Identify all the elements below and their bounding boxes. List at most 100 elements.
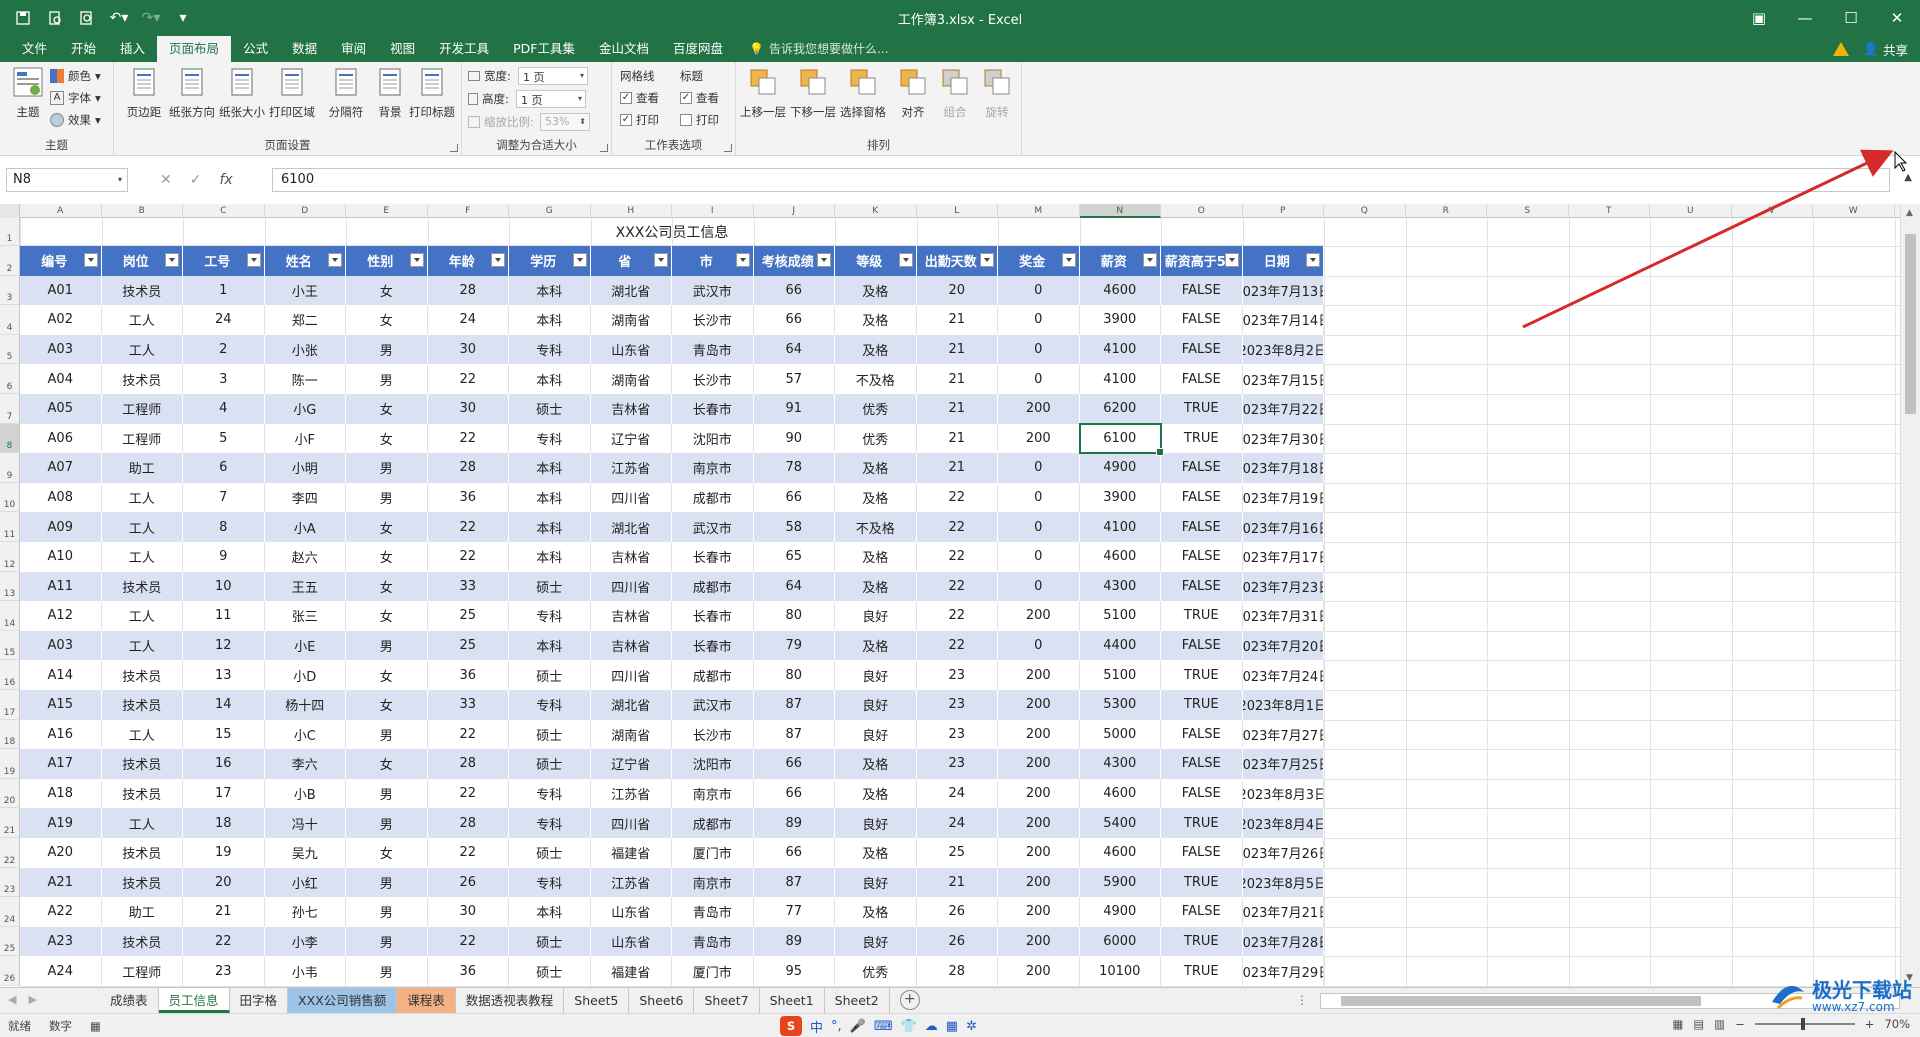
table-cell[interactable]: 吴九 — [264, 838, 346, 868]
table-cell[interactable]: A16 — [20, 719, 102, 750]
table-cell[interactable]: 22 — [916, 601, 998, 631]
prev-sheet-icon[interactable]: ◀ — [8, 993, 16, 1006]
filter-dropdown-icon[interactable] — [735, 253, 750, 267]
table-cell[interactable]: A03 — [20, 630, 102, 661]
table-cell[interactable]: 郑二 — [264, 305, 346, 335]
table-cell[interactable]: 0 — [998, 630, 1080, 661]
table-cell[interactable]: 14 — [183, 690, 265, 720]
table-cell[interactable]: 工人 — [101, 719, 183, 750]
table-cell[interactable]: 硕士 — [509, 838, 591, 868]
tab-3[interactable]: 插入 — [108, 36, 157, 62]
table-cell[interactable]: 及格 — [835, 897, 917, 927]
cells-area[interactable]: XXX公司员工信息 编号 岗位 工号 姓名 性别 年龄 学历省市考核成绩 等级 出勤天数 奖金 薪资… — [20, 218, 1900, 987]
table-cell[interactable]: 技术员 — [101, 660, 183, 690]
filter-dropdown-icon[interactable] — [1224, 253, 1239, 267]
table-cell[interactable]: 工人 — [101, 512, 183, 542]
column-header[interactable]: I — [672, 204, 754, 218]
table-cell[interactable]: 沈阳市 — [672, 749, 754, 779]
table-cell[interactable]: 21 — [916, 364, 998, 394]
table-cell[interactable]: 青岛市 — [672, 926, 754, 957]
table-cell[interactable]: 女 — [346, 690, 428, 720]
table-cell[interactable]: 89 — [753, 808, 835, 838]
table-cell[interactable]: 21 — [916, 334, 998, 365]
table-cell[interactable]: 女 — [346, 305, 428, 335]
table-cell[interactable]: 23 — [916, 749, 998, 779]
row-header[interactable]: 20 — [0, 778, 20, 809]
table-cell[interactable]: 0 — [998, 305, 1080, 335]
table-cell[interactable]: 及格 — [835, 275, 917, 306]
table-cell[interactable]: 22 — [427, 512, 509, 542]
table-cell[interactable]: 男 — [346, 719, 428, 750]
table-cell[interactable]: 200 — [998, 926, 1080, 957]
table-cell[interactable]: 女 — [346, 542, 428, 572]
table-cell[interactable]: 22 — [916, 482, 998, 513]
column-header[interactable]: Q — [1324, 204, 1406, 218]
table-cell[interactable]: 优秀 — [835, 956, 917, 986]
table-cell[interactable]: 20 — [183, 867, 265, 898]
table-cell[interactable]: 专科 — [509, 690, 591, 720]
column-header[interactable]: K — [835, 204, 917, 218]
table-cell[interactable]: FALSE — [1161, 571, 1243, 602]
table-cell[interactable]: 5000 — [1079, 719, 1161, 750]
table-cell[interactable]: 工人 — [101, 305, 183, 335]
table-cell[interactable]: A18 — [20, 778, 102, 809]
page-setup-launcher[interactable] — [450, 144, 458, 152]
table-cell[interactable]: 2023年7月15日 — [1242, 364, 1324, 394]
themes-button[interactable]: 主题 — [2, 66, 54, 120]
add-sheet-icon[interactable]: + — [899, 990, 920, 1010]
row-header[interactable]: 14 — [0, 601, 20, 631]
table-cell[interactable]: FALSE — [1161, 897, 1243, 927]
table-cell[interactable]: 200 — [998, 838, 1080, 868]
table-cell[interactable]: A14 — [20, 660, 102, 690]
table-cell[interactable]: 硕士 — [509, 749, 591, 779]
table-cell[interactable]: 男 — [346, 364, 428, 394]
table-cell[interactable]: 长沙市 — [672, 719, 754, 750]
table-cell[interactable]: 本科 — [509, 275, 591, 306]
table-cell[interactable]: 9 — [183, 542, 265, 572]
enter-icon[interactable]: ✓ — [190, 172, 202, 188]
table-cell[interactable]: FALSE — [1161, 334, 1243, 365]
table-cell[interactable]: 89 — [753, 926, 835, 957]
header-cell[interactable]: 年龄 — [427, 246, 509, 276]
table-cell[interactable]: 男 — [346, 453, 428, 483]
zoom-out-icon[interactable]: − — [1735, 1017, 1745, 1031]
table-cell[interactable]: 长春市 — [672, 394, 754, 424]
row-header[interactable]: 19 — [0, 749, 20, 779]
table-cell[interactable]: 技术员 — [101, 690, 183, 720]
table-cell[interactable]: 沈阳市 — [672, 423, 754, 454]
table-cell[interactable]: 及格 — [835, 778, 917, 809]
column-header[interactable]: H — [591, 204, 672, 218]
row-header[interactable]: 1 — [0, 218, 20, 246]
table-cell[interactable]: 李六 — [264, 749, 346, 779]
table-cell[interactable]: 22 — [427, 778, 509, 809]
header-cell[interactable]: 市 — [672, 246, 754, 276]
table-cell[interactable]: 技术员 — [101, 364, 183, 394]
table-cell[interactable]: 4100 — [1079, 364, 1161, 394]
table-cell[interactable]: TRUE — [1161, 660, 1243, 690]
table-cell[interactable]: 2023年7月24日 — [1242, 660, 1324, 690]
table-cell[interactable]: 武汉市 — [672, 512, 754, 542]
table-cell[interactable]: 22 — [427, 926, 509, 957]
sheet-tab[interactable]: 成绩表 — [100, 988, 159, 1013]
table-cell[interactable]: 20 — [916, 275, 998, 306]
table-cell[interactable]: 女 — [346, 660, 428, 690]
table-cell[interactable]: TRUE — [1161, 926, 1243, 957]
table-cell[interactable]: 良好 — [835, 867, 917, 898]
header-cell[interactable]: 薪资高于5 — [1161, 246, 1243, 276]
table-cell[interactable]: 200 — [998, 423, 1080, 454]
row-header[interactable]: 2 — [0, 246, 20, 276]
table-cell[interactable]: 30 — [427, 334, 509, 365]
table-cell[interactable]: 技术员 — [101, 275, 183, 306]
table-cell[interactable]: 23 — [183, 956, 265, 986]
column-header[interactable]: N — [1079, 204, 1161, 218]
table-cell[interactable]: 四川省 — [590, 571, 672, 602]
column-header[interactable]: D — [265, 204, 346, 218]
table-cell[interactable]: 79 — [753, 630, 835, 661]
table-cell[interactable]: 22 — [427, 423, 509, 454]
table-cell[interactable]: A09 — [20, 512, 102, 542]
table-cell[interactable]: 22 — [427, 719, 509, 750]
table-cell[interactable]: 24 — [183, 305, 265, 335]
tab-6[interactable]: 数据 — [280, 36, 329, 62]
table-cell[interactable]: A22 — [20, 897, 102, 927]
tab-7[interactable]: 审阅 — [329, 36, 378, 62]
